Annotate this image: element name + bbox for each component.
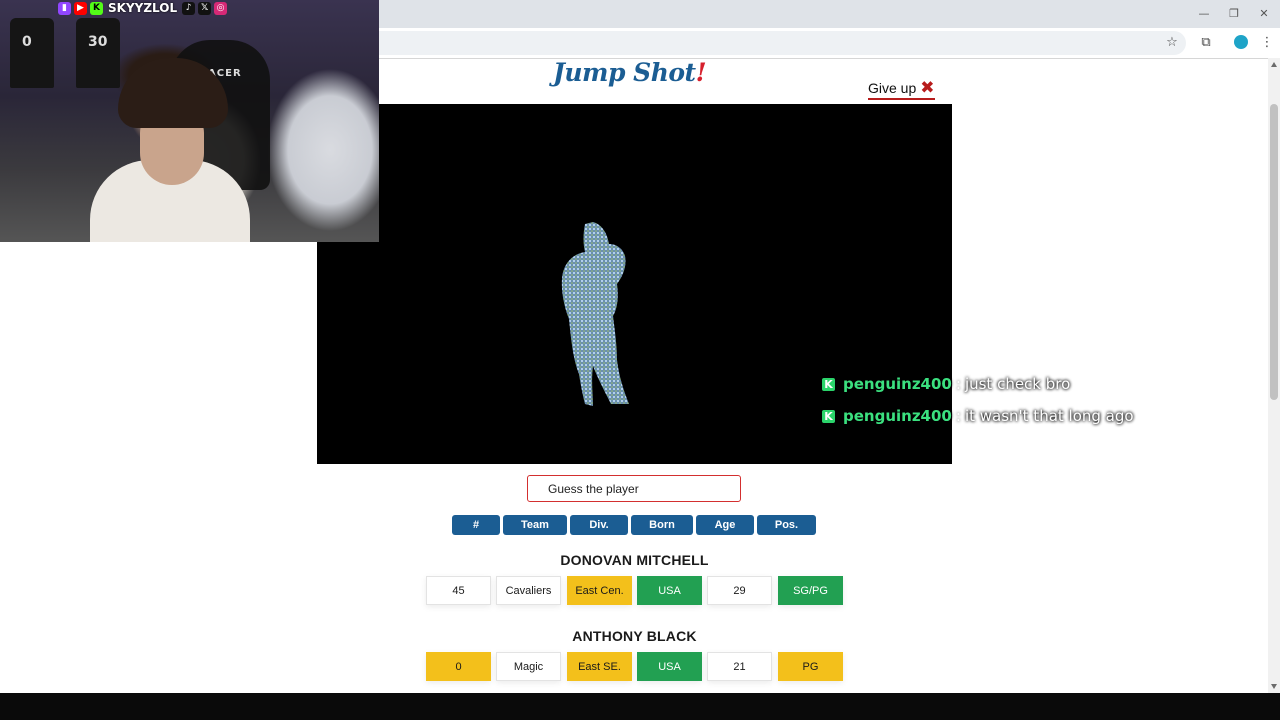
guess-cell-team: Cavaliers: [496, 576, 561, 605]
scroll-up-icon[interactable]: [1271, 62, 1277, 67]
address-bar[interactable]: [360, 31, 1186, 55]
column-header-born: Born: [631, 515, 693, 535]
chat-username: penguinz400: [843, 375, 952, 393]
logo-exclamation: !: [695, 58, 707, 87]
streamer-handle: SKYYZLOL: [108, 1, 178, 15]
webcam-overlay: 0 30 G-RACER ▮ ▶ K SKYYZLOL ♪ 𝕏 ◎: [0, 0, 379, 242]
guess-player-input[interactable]: [527, 475, 741, 502]
column-header-number: #: [452, 515, 500, 535]
give-up-button[interactable]: Give up ✖: [868, 78, 935, 100]
minimize-icon[interactable]: —: [1192, 6, 1216, 22]
guess-player-name: DONOVAN MITCHELL: [560, 552, 709, 568]
guess-cell-age: 29: [707, 576, 772, 605]
chat-text: just check bro: [964, 375, 1071, 393]
column-header-division: Div.: [570, 515, 628, 535]
guess-cell-position: SG/PG: [778, 576, 843, 605]
guess-cell-number: 45: [426, 576, 491, 605]
scrollbar-thumb[interactable]: [1270, 104, 1278, 400]
scroll-down-icon[interactable]: [1271, 684, 1277, 689]
column-header-team: Team: [503, 515, 567, 535]
youtube-icon: ▶: [74, 1, 87, 15]
extensions-icon[interactable]: ⧉: [1197, 34, 1215, 52]
logo-text: Jump Shot: [553, 58, 696, 87]
chat-username: penguinz400: [843, 407, 952, 425]
instagram-icon: ◎: [214, 1, 228, 15]
social-links-bar: ▮ ▶ K SKYYZLOL ♪ 𝕏 ◎: [58, 0, 228, 16]
guess-cell-born: USA: [637, 652, 702, 681]
extension-icon[interactable]: [1234, 35, 1248, 49]
kick-icon: K: [90, 1, 103, 15]
chat-message: K penguinz400 : just check bro: [822, 375, 1070, 393]
menu-kebab-icon[interactable]: ⋮: [1258, 34, 1276, 52]
chat-separator: :: [955, 407, 961, 425]
jersey-decor: [10, 18, 54, 88]
twitch-icon: ▮: [58, 1, 71, 15]
guess-cell-division: East SE.: [567, 652, 632, 681]
chat-text: it wasn't that long ago: [964, 407, 1134, 425]
jersey-number: 0: [22, 34, 32, 50]
column-header-age: Age: [696, 515, 754, 535]
guess-cell-born: USA: [637, 576, 702, 605]
screen-bottom-bar: [0, 693, 1280, 720]
close-window-icon[interactable]: ✕: [1252, 6, 1276, 22]
jersey-decor: [76, 18, 120, 88]
column-header-position: Pos.: [757, 515, 816, 535]
chat-message: K penguinz400 : it wasn't that long ago: [822, 407, 1134, 425]
kick-icon: K: [822, 409, 835, 423]
guess-cell-division: East Cen.: [567, 576, 632, 605]
guess-cell-position: PG: [778, 652, 843, 681]
site-logo[interactable]: Jump Shot!: [553, 58, 707, 87]
give-up-label: Give up: [868, 80, 917, 96]
guess-cell-number: 0: [426, 652, 491, 681]
guess-player-name: ANTHONY BLACK: [572, 628, 697, 644]
x-icon: 𝕏: [198, 1, 212, 15]
guess-cell-team: Magic: [496, 652, 561, 681]
close-x-icon: ✖: [920, 78, 935, 98]
jersey-number: 30: [88, 34, 108, 50]
kick-icon: K: [822, 377, 835, 391]
chat-separator: :: [955, 375, 961, 393]
guess-cell-age: 21: [707, 652, 772, 681]
restore-icon[interactable]: ❐: [1222, 6, 1246, 22]
bookmark-star-icon[interactable]: ☆: [1163, 34, 1181, 52]
tiktok-icon: ♪: [182, 1, 196, 15]
